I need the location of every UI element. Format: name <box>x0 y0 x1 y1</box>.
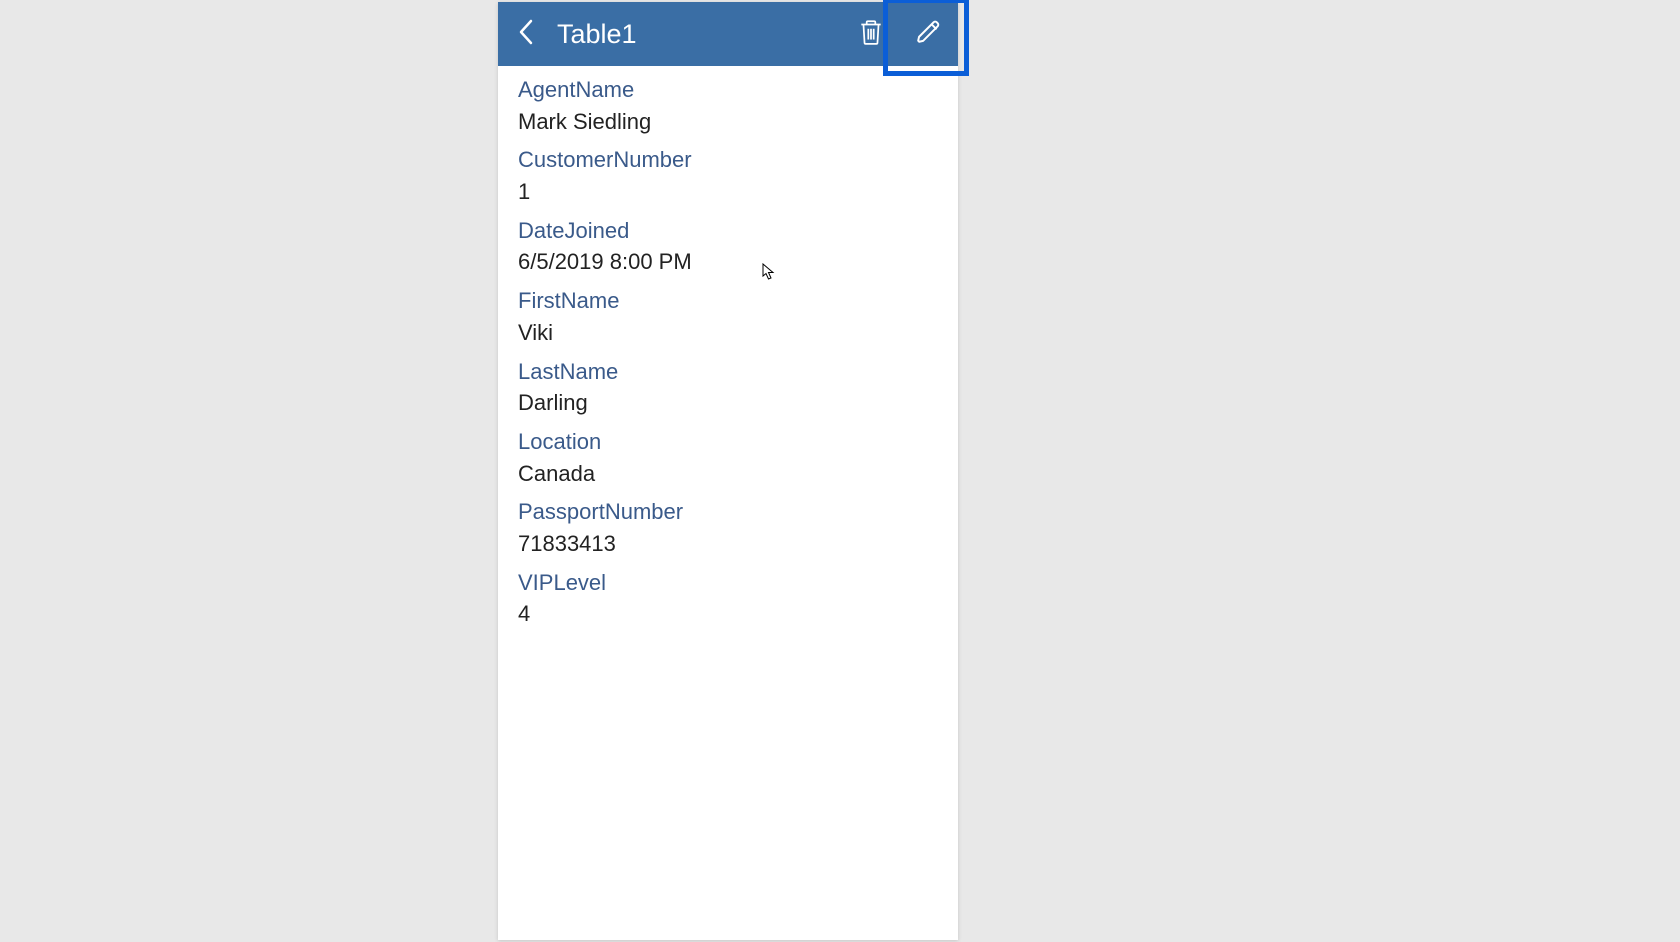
field-label: Location <box>518 428 938 457</box>
field-value: 1 <box>518 177 938 208</box>
delete-button[interactable] <box>842 2 900 66</box>
detail-panel: Table1 <box>498 2 958 940</box>
field-value: 6/5/2019 8:00 PM <box>518 247 938 278</box>
page-title: Table1 <box>557 19 637 50</box>
field-datejoined: DateJoined 6/5/2019 8:00 PM <box>518 217 938 278</box>
pencil-icon <box>916 18 942 51</box>
header-actions <box>842 2 958 66</box>
field-customernumber: CustomerNumber 1 <box>518 146 938 207</box>
header-bar: Table1 <box>498 2 958 66</box>
field-value: Viki <box>518 318 938 349</box>
field-value: Canada <box>518 459 938 490</box>
field-location: Location Canada <box>518 428 938 489</box>
field-value: 71833413 <box>518 529 938 560</box>
field-value: Mark Siedling <box>518 107 938 138</box>
field-value: Darling <box>518 388 938 419</box>
field-agentname: AgentName Mark Siedling <box>518 76 938 137</box>
field-label: FirstName <box>518 287 938 316</box>
field-label: LastName <box>518 358 938 387</box>
detail-content: AgentName Mark Siedling CustomerNumber 1… <box>498 66 958 650</box>
field-label: CustomerNumber <box>518 146 938 175</box>
field-passportnumber: PassportNumber 71833413 <box>518 498 938 559</box>
field-value: 4 <box>518 599 938 630</box>
chevron-left-icon <box>517 18 535 51</box>
field-lastname: LastName Darling <box>518 358 938 419</box>
edit-button[interactable] <box>900 2 958 66</box>
field-label: AgentName <box>518 76 938 105</box>
back-button[interactable] <box>498 2 553 66</box>
trash-icon <box>858 18 884 51</box>
field-firstname: FirstName Viki <box>518 287 938 348</box>
field-label: VIPLevel <box>518 569 938 598</box>
field-label: PassportNumber <box>518 498 938 527</box>
field-viplevel: VIPLevel 4 <box>518 569 938 630</box>
field-label: DateJoined <box>518 217 938 246</box>
